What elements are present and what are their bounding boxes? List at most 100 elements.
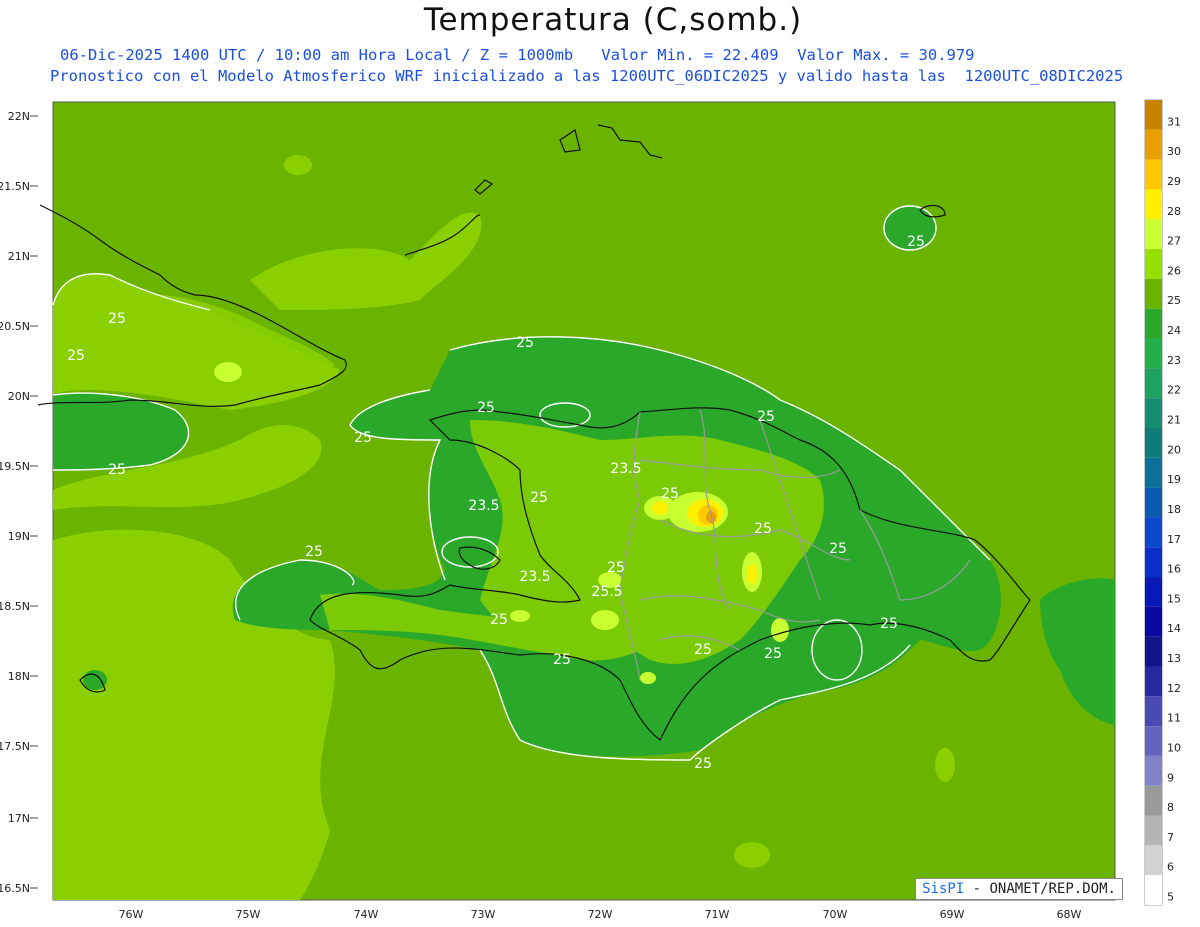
colorbar-label: 13: [1167, 652, 1181, 665]
lat-label: 18N: [8, 670, 30, 683]
colorbar-label: 7: [1167, 831, 1174, 844]
colorbar-label: 31: [1167, 115, 1181, 128]
colorbar-label: 24: [1167, 324, 1181, 337]
contour-label: 25: [67, 348, 85, 364]
latitude-labels: 22N 21.5N 21N 20.5N 20N 19.5N 19N 18.5N …: [0, 110, 30, 895]
colorbar-cell: [1145, 606, 1162, 637]
latitude-ticks: [30, 115, 38, 889]
sispi-logo: SisPI: [922, 881, 965, 897]
colorbar-cell: [1145, 666, 1162, 697]
lon-label: 71W: [705, 908, 730, 921]
colorbar-cell: [1145, 845, 1162, 876]
lat-label: 17N: [8, 812, 30, 825]
contour-label: 25: [880, 616, 898, 632]
contour-label: 23.5: [468, 498, 499, 514]
colorbar-label: 21: [1167, 413, 1181, 426]
colorbar-cell: [1145, 785, 1162, 816]
colorbar-cell: [1145, 517, 1162, 548]
lon-label: 70W: [823, 908, 848, 921]
colorbar-label: 22: [1167, 384, 1181, 397]
colorbar-cell: [1145, 368, 1162, 399]
contour-label: 25: [607, 560, 625, 576]
contour-label: 25: [694, 642, 712, 658]
colorbar-cell: [1145, 457, 1162, 488]
contour-label: 25: [305, 544, 323, 560]
contour-label: 25: [530, 490, 548, 506]
colorbar-label: 30: [1167, 145, 1181, 158]
contour-label: 25: [516, 335, 534, 351]
colorbar-cell: [1145, 189, 1162, 220]
colorbar-cell: [1145, 100, 1162, 130]
contour-label: 25: [757, 409, 775, 425]
colorbar-label: 26: [1167, 264, 1181, 277]
lon-label: 68W: [1057, 908, 1082, 921]
contour-label: 25: [829, 541, 847, 557]
lat-label: 22N: [8, 110, 30, 123]
colorbar-label: 16: [1167, 563, 1181, 576]
colorbar-cell: [1145, 696, 1162, 727]
contour-label: 25: [108, 311, 126, 327]
contour-label: 25: [553, 652, 571, 668]
colorbar-cell: [1145, 487, 1162, 518]
colorbar-cell: [1145, 875, 1162, 905]
colorbar-label: 27: [1167, 235, 1181, 248]
lon-label: 74W: [354, 908, 379, 921]
colorbar-cell: [1145, 755, 1162, 786]
colorbar-label: 8: [1167, 801, 1174, 814]
colorbar-label: 12: [1167, 682, 1181, 695]
colorbar-label: 10: [1167, 741, 1181, 754]
colorbar-label: 6: [1167, 861, 1174, 874]
credit-text: - ONAMET/REP.DOM.: [964, 881, 1116, 897]
lat-label: 21.5N: [0, 180, 30, 193]
lat-label: 16.5N: [0, 882, 30, 895]
lat-label: 17.5N: [0, 740, 30, 753]
colorbar-cell: [1145, 577, 1162, 607]
credit-box: SisPI - ONAMET/REP.DOM.: [915, 878, 1123, 900]
colorbar: 31 30 29 28 27 26 25 24 23 22 21 20 19 18 17 16 15 14 13 12…: [1144, 99, 1181, 906]
longitude-labels: 76W 75W 74W 73W 72W 71W 70W 69W 68W: [119, 908, 1082, 921]
colorbar-cell: [1145, 129, 1162, 160]
lon-label: 73W: [471, 908, 496, 921]
lat-label: 19N: [8, 530, 30, 543]
lat-label: 20.5N: [0, 320, 30, 333]
colorbar-label: 14: [1167, 622, 1181, 635]
contour-label: 25: [754, 521, 772, 537]
colorbar-cell: [1145, 278, 1162, 309]
colorbar-label: 20: [1167, 443, 1181, 456]
colorbar-label: 25: [1167, 294, 1181, 307]
colorbar-label: 18: [1167, 503, 1181, 516]
colorbar-label: 28: [1167, 205, 1181, 218]
colorbar-cell: [1145, 815, 1162, 846]
colorbar-cell: [1145, 547, 1162, 578]
lon-label: 69W: [940, 908, 965, 921]
contour-label: 25.5: [591, 584, 622, 600]
colorbar-cell: [1145, 427, 1162, 458]
lon-label: 72W: [588, 908, 613, 921]
colorbar-cell: [1145, 636, 1162, 667]
colorbar-cell: [1145, 308, 1162, 339]
contour-label: 25: [490, 612, 508, 628]
temperature-map: 22N 21.5N 21N 20.5N 20N 19.5N 19N 18.5N …: [0, 99, 1181, 921]
contour-label: 25: [907, 234, 925, 250]
colorbar-label: 5: [1167, 891, 1174, 904]
colorbar-cell: [1145, 219, 1162, 250]
colorbar-label: 17: [1167, 533, 1181, 546]
lat-label: 19.5N: [0, 460, 30, 473]
contour-label: 25: [477, 400, 495, 416]
contour-label: 25: [108, 462, 126, 478]
colorbar-cell: [1145, 338, 1162, 369]
colorbar-label: 29: [1167, 175, 1181, 188]
colorbar-label: 9: [1167, 771, 1174, 784]
contour-label: 25: [694, 756, 712, 772]
lat-label: 21N: [8, 250, 30, 263]
colorbar-cell: [1145, 726, 1162, 756]
contour-label: 25: [354, 430, 372, 446]
contour-label: 25: [764, 646, 782, 662]
contour-label: 23.5: [519, 569, 550, 585]
colorbar-label: 19: [1167, 473, 1181, 486]
contour-label: 23.5: [610, 461, 641, 477]
colorbar-cell: [1145, 249, 1162, 279]
lon-label: 76W: [119, 908, 144, 921]
lat-label: 20N: [8, 390, 30, 403]
colorbar-cell: [1145, 159, 1162, 190]
